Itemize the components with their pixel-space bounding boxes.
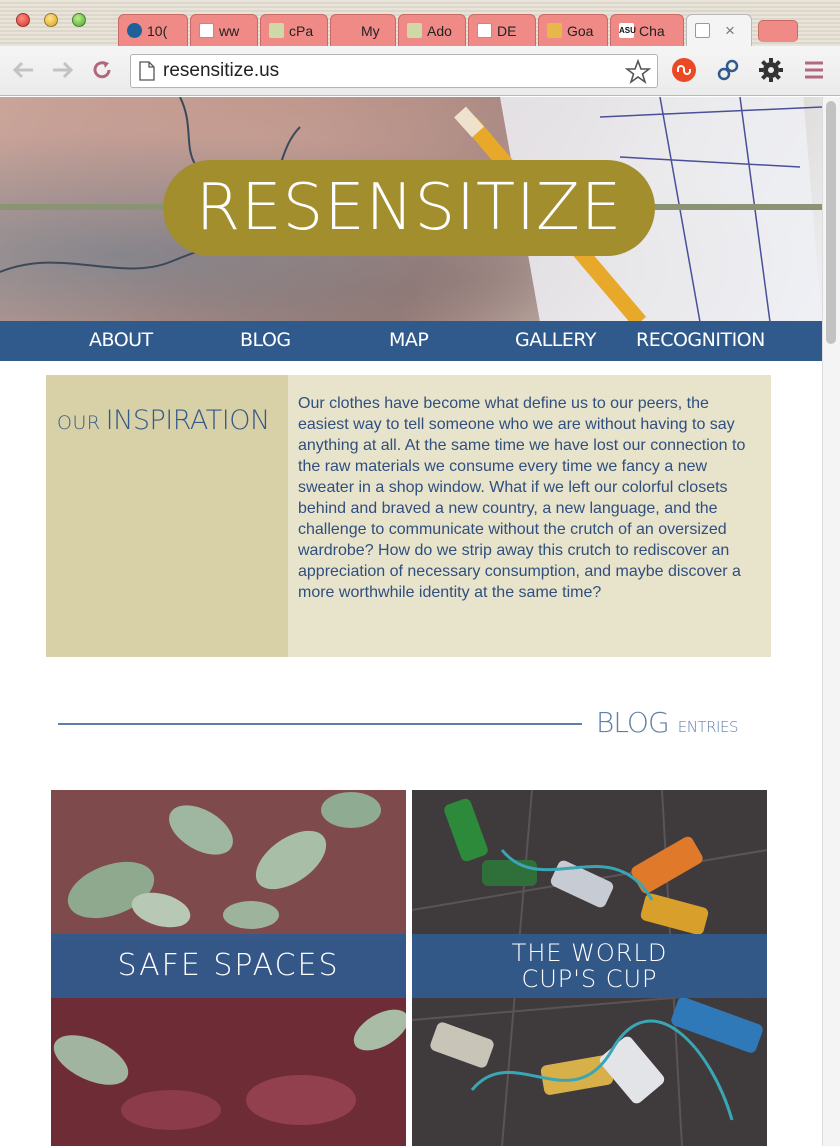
scrollbar-thumb[interactable] [826, 101, 836, 344]
inspiration-heading: OUR INSPIRATION [57, 405, 270, 436]
tab-label: DE [497, 22, 517, 39]
close-window-button[interactable] [16, 13, 30, 27]
inspiration-body: Our clothes have become what define us t… [298, 395, 746, 601]
back-arrow-icon[interactable] [10, 56, 38, 84]
new-tab-button[interactable] [758, 20, 798, 42]
nav-link-map[interactable]: MAP [389, 329, 429, 351]
page-icon [139, 61, 155, 81]
blog-card-banner: SAFE SPACES [51, 934, 406, 998]
star-icon [547, 23, 562, 38]
browser-tab[interactable]: DE [468, 14, 536, 46]
web-page: RESENSITIZE ABOUT BLOG MAP GALLERY RECOG… [0, 97, 822, 1146]
bookmark-star-icon[interactable] [625, 59, 651, 85]
blog-card-title: SAFE SPACES [117, 948, 340, 983]
browser-tab[interactable]: Goa [538, 14, 608, 46]
close-tab-icon[interactable]: × [725, 21, 735, 41]
page-icon [695, 23, 710, 38]
site-logo[interactable]: RESENSITIZE [163, 160, 655, 256]
browser-tab[interactable]: cPa [260, 14, 328, 46]
inspiration-heading-small: OUR [57, 412, 101, 434]
reload-icon[interactable] [88, 56, 116, 84]
browser-tab[interactable]: ASU Cha [610, 14, 684, 46]
nav-link-recognition[interactable]: RECOGNITION [636, 329, 765, 351]
link-chain-icon[interactable] [714, 56, 742, 84]
blog-card-safe-spaces[interactable]: SAFE SPACES [51, 790, 406, 1146]
tab-label: ww [219, 22, 240, 39]
tab-label: Ado [427, 22, 452, 39]
blog-heading-small: ENTRIES [677, 718, 739, 736]
tab-label: cPa [289, 22, 314, 39]
tab-label: My [361, 22, 380, 39]
browser-tab[interactable]: My [330, 14, 396, 46]
page-icon [477, 23, 492, 38]
nav-link-blog[interactable]: BLOG [240, 329, 291, 351]
wave-icon [127, 23, 142, 38]
main-navigation: ABOUT BLOG MAP GALLERY RECOGNITION [0, 321, 822, 361]
gear-icon[interactable] [757, 56, 785, 84]
browser-tab[interactable]: ww [190, 14, 258, 46]
tab-label: 10( [147, 22, 168, 39]
forward-arrow-icon[interactable] [48, 56, 76, 84]
blog-heading: BLOG ENTRIES [596, 706, 738, 739]
blog-heading-big: BLOG [596, 706, 670, 739]
site-logo-text: RESENSITIZE [195, 171, 623, 245]
inspiration-panel: OUR INSPIRATION Our clothes have become … [46, 375, 771, 657]
nav-link-gallery[interactable]: GALLERY [515, 329, 597, 351]
minimize-window-button[interactable] [44, 13, 58, 27]
zoom-window-button[interactable] [72, 13, 86, 27]
tree-icon [407, 23, 422, 38]
stumbleupon-icon[interactable] [670, 56, 698, 84]
inspiration-heading-big: INSPIRATION [105, 405, 271, 436]
page-icon [199, 23, 214, 38]
active-browser-tab[interactable]: × [686, 14, 752, 46]
blog-card-world-cup[interactable]: THE WORLD CUP'S CUP [412, 790, 767, 1146]
url-text: resensitize.us [163, 60, 280, 81]
browser-tab-strip: 10( ww cPa My Ado DE Goa ASU Cha × [0, 0, 840, 46]
blog-card-banner: THE WORLD CUP'S CUP [412, 934, 767, 998]
blog-card-title: THE WORLD CUP'S CUP [511, 939, 668, 993]
browser-tab[interactable]: 10( [118, 14, 188, 46]
blog-section-rule [58, 723, 582, 725]
nav-link-about[interactable]: ABOUT [89, 329, 153, 351]
asu-icon: ASU [619, 23, 636, 38]
browser-tab[interactable]: Ado [398, 14, 466, 46]
hamburger-menu-icon[interactable] [800, 56, 828, 84]
tab-label: Goa [567, 22, 594, 39]
browser-toolbar: resensitize.us [0, 46, 840, 96]
address-bar[interactable]: resensitize.us [130, 54, 658, 88]
page-scrollbar[interactable] [822, 97, 840, 1146]
hero-banner: RESENSITIZE [0, 97, 822, 322]
tree-icon [269, 23, 284, 38]
tab-label: Cha [639, 22, 665, 39]
